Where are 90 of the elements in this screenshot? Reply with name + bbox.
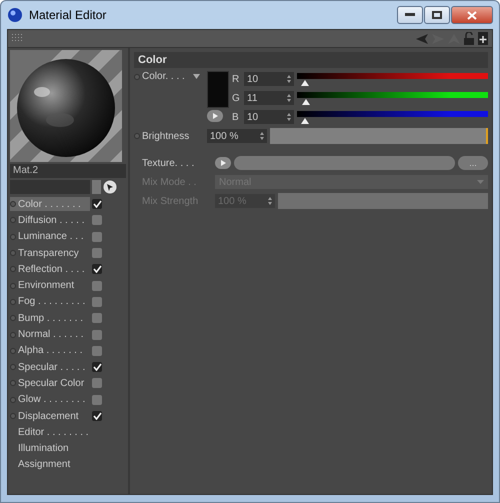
channel-dot-icon	[10, 413, 16, 419]
channel-checkbox[interactable]	[92, 232, 102, 242]
channel-dot-icon	[10, 348, 16, 354]
channel-letter: R	[232, 74, 240, 84]
checkmark-icon	[92, 412, 102, 420]
channel-dot-icon	[10, 217, 16, 224]
brightness-slider[interactable]	[270, 128, 488, 144]
new-window-icon[interactable]	[478, 32, 488, 45]
channel-checkbox[interactable]	[92, 330, 102, 340]
spinner-icon	[287, 113, 291, 121]
value-field[interactable]: 10	[244, 110, 294, 124]
checkmark-icon	[92, 200, 102, 208]
slider-thumb[interactable]	[300, 80, 309, 86]
minimize-button[interactable]	[397, 6, 423, 24]
channel-dot-icon	[10, 201, 16, 208]
channel-checkbox[interactable]	[92, 248, 102, 258]
channel-item[interactable]: Editor . . . . . . . .	[10, 425, 90, 440]
color-label: Color. . . .	[142, 71, 185, 82]
texture-label: Texture. . . .	[142, 158, 194, 168]
channel-checkbox[interactable]	[92, 215, 102, 226]
channel-checkbox[interactable]	[92, 378, 102, 388]
channel-item[interactable]: Fog . . . . . . . . .	[10, 294, 90, 309]
channel-dot-icon	[10, 250, 16, 256]
channel-checkbox[interactable]	[92, 411, 102, 421]
spinner-icon	[260, 132, 264, 140]
maximize-button[interactable]	[424, 6, 450, 24]
app-icon	[7, 7, 23, 23]
mix-strength-slider[interactable]	[278, 193, 488, 209]
material-name-field[interactable]: Mat.2	[10, 164, 126, 178]
channel-item[interactable]: Specular Color	[10, 376, 90, 390]
texture-menu-button[interactable]	[215, 157, 231, 169]
channel-item[interactable]: Illumination	[10, 442, 90, 456]
caret-icon	[477, 180, 484, 184]
channel-item[interactable]: Displacement	[10, 409, 90, 423]
back-arrow-icon[interactable]	[416, 34, 428, 44]
channel-checkbox[interactable]	[92, 346, 102, 356]
channel-letter: B	[232, 112, 240, 122]
channel-dot-icon	[10, 364, 16, 370]
channel-dot-icon	[10, 332, 16, 338]
section-title: Color	[134, 52, 488, 68]
channel-checkbox[interactable]	[92, 296, 102, 307]
value-field[interactable]: 10	[244, 72, 294, 86]
value-field[interactable]: 11	[244, 91, 294, 105]
channel-dot-icon	[10, 282, 16, 289]
channel-letter: G	[232, 92, 241, 104]
brightness-label: Brightness	[142, 130, 190, 142]
channel-item[interactable]: Diffusion . . . . .	[10, 213, 90, 228]
minimize-icon	[405, 13, 415, 17]
spinner-icon	[268, 197, 272, 205]
channel-dot-icon	[10, 298, 16, 305]
channel-dot-icon	[10, 396, 16, 403]
channel-item[interactable]: Reflection . . . .	[10, 262, 90, 276]
checkmark-icon	[92, 363, 102, 372]
channel-checkbox[interactable]	[92, 394, 102, 405]
close-button[interactable]	[451, 6, 493, 24]
channel-item[interactable]: Alpha . . . . . . .	[10, 344, 90, 358]
channel-item[interactable]: Transparency	[10, 246, 90, 260]
channel-checkbox[interactable]	[92, 199, 102, 210]
channel-dot-icon	[10, 380, 16, 386]
channel-checkbox[interactable]	[92, 362, 102, 372]
channel-item[interactable]: Bump . . . . . . .	[10, 311, 90, 326]
brightness-field[interactable]: 100 %	[207, 129, 267, 143]
checkmark-icon	[92, 265, 102, 274]
animate-dot-icon	[134, 74, 140, 80]
spinner-icon	[287, 94, 291, 102]
channel-item[interactable]: Normal . . . . . .	[10, 328, 90, 342]
channel-dot-icon	[10, 315, 16, 322]
channel-checkbox[interactable]	[92, 280, 102, 291]
channel-checkbox[interactable]	[92, 264, 102, 274]
channel-dot-icon	[10, 234, 16, 240]
color-mode-button[interactable]	[207, 110, 223, 122]
spinner-icon	[287, 75, 291, 83]
channel-checkbox[interactable]	[92, 313, 102, 324]
channel-dot-icon	[10, 266, 16, 272]
dropdown-caret-icon[interactable]	[192, 74, 200, 79]
close-icon	[467, 10, 477, 20]
color-swatch[interactable]	[207, 71, 229, 108]
animate-dot-icon	[134, 133, 140, 139]
channel-item[interactable]: Glow . . . . . . . .	[10, 392, 90, 407]
channel-item[interactable]: Specular . . . . .	[10, 360, 90, 374]
channel-item[interactable]: Assignment	[10, 458, 90, 472]
channel-item[interactable]: Color . . . . . . .	[10, 197, 90, 212]
play-icon	[212, 113, 218, 119]
play-icon	[220, 160, 226, 166]
channel-item[interactable]: Environment	[10, 278, 90, 293]
maximize-icon	[432, 11, 442, 19]
window-title: Material Editor	[29, 8, 108, 22]
slider-thumb[interactable]	[302, 98, 310, 104]
pointer-icon[interactable]	[103, 180, 117, 194]
channel-item[interactable]: Luminance . . .	[10, 230, 90, 244]
